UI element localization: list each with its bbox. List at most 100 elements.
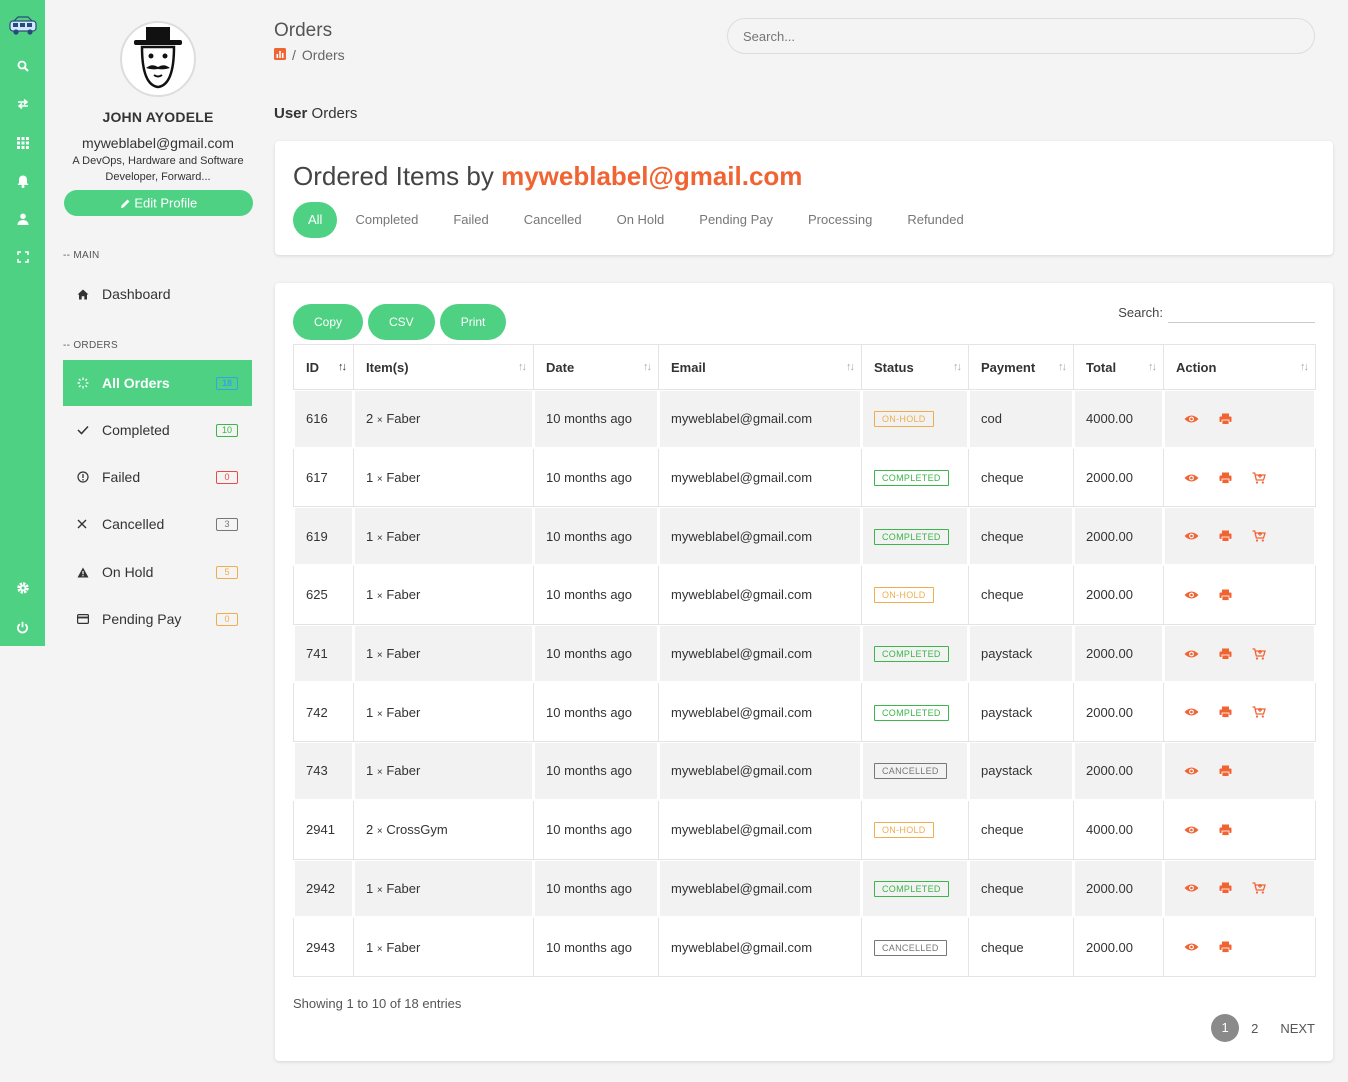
- fullscreen-icon[interactable]: [0, 247, 45, 267]
- sidebar-item-completed[interactable]: Completed 10: [63, 407, 252, 453]
- column-header-date[interactable]: Date ↑↓: [533, 344, 659, 390]
- logo-icon[interactable]: [0, 14, 45, 38]
- bell-icon[interactable]: [0, 171, 45, 191]
- cart-add-icon[interactable]: [1252, 882, 1266, 894]
- eye-icon[interactable]: [1184, 707, 1199, 717]
- subheading-rest: Orders: [311, 105, 358, 122]
- page-2-button[interactable]: 2: [1251, 1021, 1258, 1036]
- eye-icon[interactable]: [1184, 473, 1199, 483]
- tab-cancelled[interactable]: Cancelled: [507, 202, 599, 238]
- printer-icon[interactable]: [1219, 413, 1232, 425]
- order-actions: [1163, 447, 1316, 508]
- printer-icon[interactable]: [1219, 706, 1232, 719]
- column-header-email[interactable]: Email ↑↓: [658, 344, 862, 390]
- eye-icon[interactable]: [1184, 649, 1199, 659]
- column-header-payment[interactable]: Payment ↑↓: [968, 344, 1074, 390]
- printer-icon[interactable]: [1219, 882, 1232, 895]
- column-header-action[interactable]: Action ↑↓: [1163, 344, 1316, 390]
- eye-icon[interactable]: [1184, 883, 1199, 893]
- print-button[interactable]: Print: [439, 304, 507, 340]
- tab-processing[interactable]: Processing: [791, 202, 889, 238]
- printer-icon[interactable]: [1219, 941, 1232, 953]
- order-payment: cheque: [968, 506, 1074, 567]
- sidebar-item-dashboard[interactable]: Dashboard: [63, 271, 252, 317]
- order-status: CANCELLED: [861, 917, 969, 977]
- order-id: 743: [293, 741, 354, 801]
- table-row[interactable]: 616 2 × Faber 10 months ago myweblabel@gmai…: [293, 389, 1316, 449]
- table-row[interactable]: 2942 1 × Faber 10 months ago myweblabel@gma…: [293, 858, 1316, 919]
- chart-icon[interactable]: [274, 47, 286, 63]
- status-badge: CANCELLED: [874, 763, 947, 780]
- column-header-status[interactable]: Status ↑↓: [861, 344, 969, 390]
- table-row[interactable]: 619 1 × Faber 10 months ago myweblabel@gmai…: [293, 506, 1316, 567]
- power-icon[interactable]: [0, 617, 45, 637]
- order-actions: [1163, 799, 1316, 860]
- status-badge: COMPLETED: [874, 880, 949, 897]
- grid-icon[interactable]: [0, 133, 45, 153]
- printer-icon[interactable]: [1219, 472, 1232, 484]
- table-row[interactable]: 2943 1 × Faber 10 months ago myweblabel@gma…: [293, 917, 1316, 977]
- order-email: myweblabel@gmail.com: [658, 565, 862, 625]
- printer-icon[interactable]: [1219, 589, 1232, 601]
- eye-icon[interactable]: [1184, 942, 1199, 952]
- edit-profile-button[interactable]: Edit Profile: [64, 190, 253, 216]
- tab-all[interactable]: All: [293, 202, 338, 238]
- sidebar-item-on-hold[interactable]: On Hold 5: [63, 549, 252, 595]
- tab-pending-pay[interactable]: Pending Pay: [682, 202, 790, 238]
- order-items: 1 × Faber: [353, 623, 534, 684]
- gear-icon[interactable]: [0, 578, 45, 598]
- sidebar-item-all-orders[interactable]: All Orders 18: [63, 360, 252, 406]
- table-row[interactable]: 617 1 × Faber 10 months ago myweblabel@gmai…: [293, 447, 1316, 508]
- swap-icon[interactable]: [0, 94, 45, 114]
- cart-add-icon[interactable]: [1252, 706, 1266, 718]
- next-page-button[interactable]: NEXT: [1280, 1021, 1315, 1036]
- printer-icon[interactable]: [1219, 824, 1232, 836]
- order-email: myweblabel@gmail.com: [658, 682, 862, 743]
- tab-on-hold[interactable]: On Hold: [600, 202, 682, 238]
- column-header-items[interactable]: Item(s) ↑↓: [353, 344, 534, 390]
- copy-button[interactable]: Copy: [293, 304, 364, 340]
- user-icon[interactable]: [0, 209, 45, 229]
- page-1-button[interactable]: 1: [1211, 1014, 1240, 1042]
- edit-profile-label: Edit Profile: [134, 195, 198, 211]
- column-header-total[interactable]: Total ↑↓: [1073, 344, 1164, 390]
- eye-icon[interactable]: [1184, 825, 1199, 835]
- table-row[interactable]: 743 1 × Faber 10 months ago myweblabel@gmai…: [293, 741, 1316, 801]
- order-status: ON-HOLD: [861, 565, 969, 625]
- eye-icon[interactable]: [1184, 531, 1199, 541]
- column-header-id[interactable]: ID ↑↓: [293, 344, 354, 390]
- sidebar-item-pending-pay[interactable]: Pending Pay 0: [63, 596, 252, 642]
- order-items: 1 × Faber: [353, 565, 534, 625]
- order-actions: [1163, 506, 1316, 567]
- search-icon[interactable]: [0, 56, 45, 76]
- csv-button[interactable]: CSV: [368, 304, 435, 340]
- order-date: 10 months ago: [533, 447, 659, 508]
- cart-add-icon[interactable]: [1252, 471, 1266, 484]
- table-info: Showing 1 to 10 of 18 entries: [293, 996, 462, 1011]
- search-input[interactable]: [727, 18, 1315, 54]
- table-row[interactable]: 2941 2 × CrossGym 10 months ago myweblabel@…: [293, 799, 1316, 860]
- cart-add-icon[interactable]: [1252, 647, 1266, 660]
- table-row[interactable]: 742 1 × Faber 10 months ago myweblabel@gmai…: [293, 682, 1316, 743]
- sidebar-item-failed[interactable]: Failed 0: [63, 454, 252, 500]
- eye-icon[interactable]: [1184, 766, 1199, 776]
- avatar[interactable]: [120, 21, 196, 97]
- printer-icon[interactable]: [1219, 530, 1232, 543]
- printer-icon[interactable]: [1219, 648, 1232, 660]
- breadcrumb-separator: /: [292, 47, 296, 63]
- eye-icon[interactable]: [1184, 414, 1199, 424]
- printer-icon[interactable]: [1219, 765, 1232, 777]
- table-row[interactable]: 625 1 × Faber 10 months ago myweblabel@gmai…: [293, 565, 1316, 625]
- warning-icon: [63, 567, 101, 578]
- tab-completed[interactable]: Completed: [338, 202, 435, 238]
- eye-icon[interactable]: [1184, 590, 1199, 600]
- table-search-input[interactable]: [1168, 301, 1315, 323]
- tab-failed[interactable]: Failed: [436, 202, 505, 238]
- table-row[interactable]: 741 1 × Faber 10 months ago myweblabel@gmai…: [293, 623, 1316, 684]
- order-date: 10 months ago: [533, 917, 659, 977]
- tab-refunded[interactable]: Refunded: [890, 202, 980, 238]
- order-total: 4000.00: [1073, 389, 1164, 449]
- sidebar-item-cancelled[interactable]: Cancelled 3: [63, 501, 252, 547]
- order-id: 742: [293, 682, 354, 743]
- cart-add-icon[interactable]: [1252, 530, 1266, 542]
